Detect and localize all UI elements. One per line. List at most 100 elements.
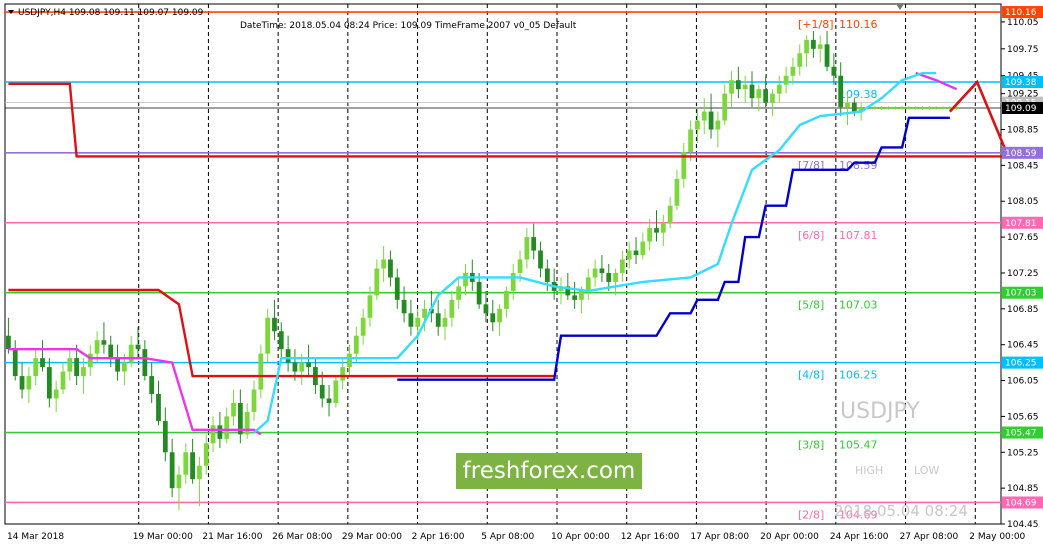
y-tick-label: 107.65 <box>1007 233 1039 243</box>
candle-body <box>81 367 86 377</box>
candle-body <box>851 102 857 112</box>
candle-body <box>824 44 830 67</box>
candle-body <box>831 66 837 76</box>
candle-body <box>108 344 114 359</box>
y-tick-label: 106.45 <box>1007 341 1039 351</box>
candle-body <box>415 317 421 327</box>
candle-body <box>285 349 291 363</box>
candle-body <box>319 385 325 399</box>
candle-body <box>517 259 523 273</box>
candle-body <box>599 268 605 273</box>
candle-body <box>162 420 168 453</box>
x-tick-label: 24 Apr 16:00 <box>830 532 889 542</box>
candle-body <box>272 317 277 332</box>
price-badge-text: 108.59 <box>1005 149 1037 159</box>
candle-body <box>197 465 202 480</box>
murrey-level-label: [3/8] <box>798 439 824 452</box>
murrey-level-value: 107.81 <box>839 229 878 242</box>
candle-body <box>149 376 155 394</box>
candle-body <box>26 376 32 390</box>
watermark-timestamp: 2018.05.04 08:24 <box>834 502 968 520</box>
candle-body <box>585 277 591 291</box>
candle-body <box>647 228 653 242</box>
candle-body <box>183 452 189 475</box>
y-tick-label: 109.75 <box>1007 45 1039 55</box>
candle-body <box>306 362 311 368</box>
murrey-level-label: [5/8] <box>798 299 824 312</box>
candle-body <box>442 317 448 327</box>
candle-body <box>60 371 66 390</box>
y-tick-label: 105.65 <box>1007 412 1039 422</box>
candle-body <box>660 223 666 233</box>
candle-body <box>940 108 946 109</box>
candle-body <box>872 108 878 109</box>
candle-body <box>708 111 714 130</box>
candle-body <box>811 39 816 49</box>
price-badge-text: 106.25 <box>1005 359 1037 369</box>
y-tick-label: 107.25 <box>1007 269 1039 279</box>
candle-body <box>258 353 264 390</box>
murrey-level-value: 107.03 <box>839 299 878 312</box>
x-tick-label: 14 Mar 2018 <box>7 532 64 542</box>
candle-body <box>640 241 646 256</box>
candle-body <box>40 358 45 368</box>
candle-body <box>265 317 271 354</box>
candle-body <box>333 380 339 403</box>
freshforex-logo[interactable]: freshforex.com <box>456 453 642 489</box>
y-tick-label: 110.05 <box>1007 18 1039 28</box>
candle-body <box>12 349 18 377</box>
candle-body <box>135 344 141 350</box>
murrey-level-label: [6/8] <box>798 229 824 242</box>
candle-body <box>115 358 120 372</box>
price-badge-text: 107.03 <box>1005 289 1037 299</box>
price-badge-text: 110.16 <box>1005 8 1037 18</box>
candle-body <box>347 353 352 368</box>
candle-body <box>770 93 775 103</box>
candle-body <box>742 84 748 90</box>
candle-body <box>776 84 782 94</box>
candle-body <box>572 295 578 300</box>
chart-window[interactable]: [+1/8] 110.16 109.38 [7/8] 108.59 [6/8] 107.81… <box>0 0 1043 548</box>
candle-body <box>33 358 39 377</box>
candle-body <box>592 268 598 278</box>
time-axis: 14 Mar 2018 19 Mar 00:00 21 Mar 16:00 26 Ma… <box>7 532 1026 542</box>
candle-body <box>879 108 885 109</box>
y-tick-label: 108.05 <box>1007 197 1039 207</box>
candle-body <box>326 398 332 403</box>
candle-body <box>128 344 134 363</box>
y-tick-label: 104.45 <box>1007 520 1039 530</box>
candle-body <box>504 290 509 309</box>
candle-body <box>367 295 373 318</box>
candle-body <box>538 250 543 269</box>
candle-body <box>749 84 755 99</box>
price-badge-text: 104.69 <box>1005 498 1037 508</box>
candle-body <box>278 331 284 350</box>
symbol-info: USDJPY,H4 109.08 109.11 109.07 109.09 <box>18 8 204 18</box>
candle-body <box>633 250 639 256</box>
x-tick-label: 21 Mar 16:00 <box>202 532 262 542</box>
candle-body <box>490 313 496 323</box>
candle-body <box>701 111 707 121</box>
x-tick-label: 12 Apr 16:00 <box>621 532 680 542</box>
candle-body <box>926 108 932 109</box>
candle-body <box>667 205 673 224</box>
candle-body <box>892 108 898 109</box>
murrey-level-label: [2/8] <box>798 508 824 521</box>
y-tick-label: 108.45 <box>1007 161 1039 171</box>
candle-body <box>886 108 891 109</box>
murrey-level-value: 105.47 <box>839 439 878 452</box>
candle-body <box>626 250 632 260</box>
candle-body <box>483 304 489 314</box>
candle-body <box>695 120 700 130</box>
candle-body <box>374 268 380 296</box>
x-tick-label: 27 Apr 08:00 <box>900 532 959 542</box>
candle-body <box>74 358 80 377</box>
watermark-high-label: HIGH <box>855 464 883 477</box>
candle-body <box>476 281 482 305</box>
y-tick-label: 104.85 <box>1007 484 1039 494</box>
candle-body <box>913 108 919 109</box>
candle-body <box>19 376 25 390</box>
watermark-low-label: LOW <box>914 464 939 477</box>
candle-body <box>954 108 960 109</box>
murrey-level-value: 109.38 <box>839 88 878 101</box>
